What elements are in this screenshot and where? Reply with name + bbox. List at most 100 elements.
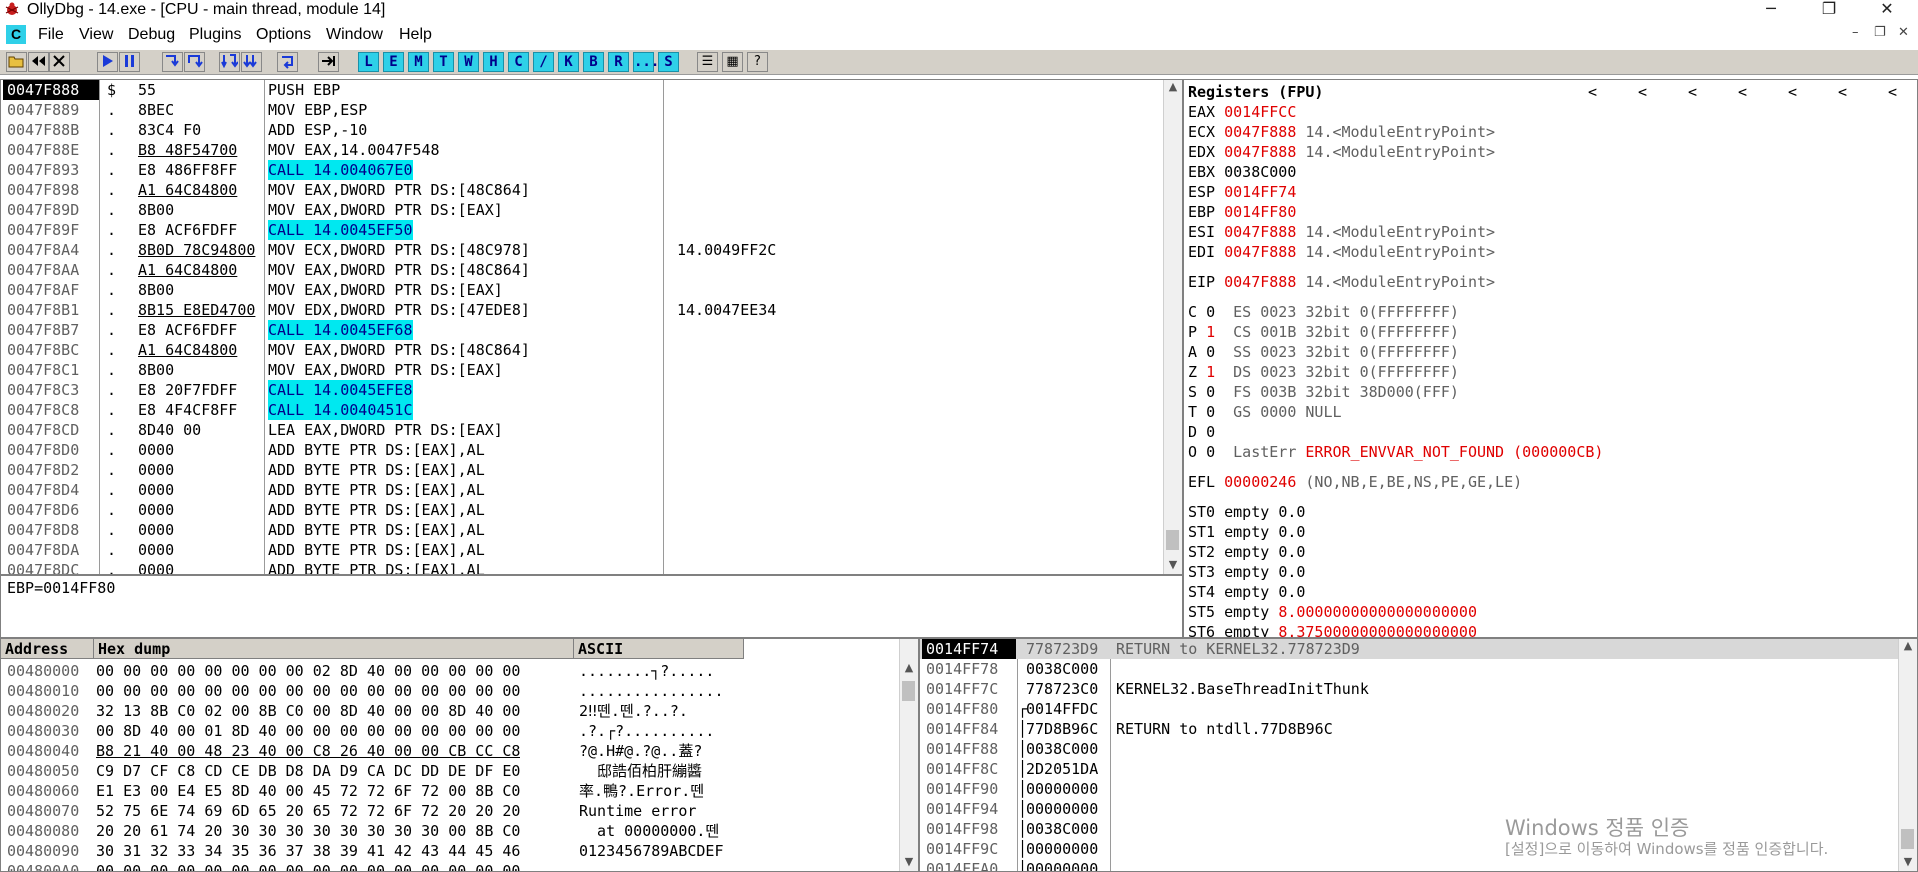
disasm-address[interactable]: 0047F8CD bbox=[3, 420, 99, 440]
dump-row[interactable]: 00480020 32 13 8B C0 02 00 8B C0 00 8D 40… bbox=[1, 701, 901, 721]
disasm-command[interactable]: MOV ECX,DWORD PTR DS:[48C978] bbox=[268, 240, 530, 260]
disasm-address[interactable]: 0047F889 bbox=[3, 100, 99, 120]
disasm-command[interactable]: ADD BYTE PTR DS:[EAX],AL bbox=[268, 520, 485, 540]
stack-address[interactable]: 0014FF94 bbox=[922, 799, 1016, 819]
flag-value[interactable]: 0 bbox=[1206, 443, 1215, 461]
disasm-row[interactable]: 0047F89F. E8 ACF6FDFF CALL 14.0045EF50 bbox=[1, 220, 1166, 240]
disasm-address[interactable]: 0047F8C1 bbox=[3, 360, 99, 380]
disasm-address[interactable]: 0047F8B7 bbox=[3, 320, 99, 340]
disasm-command[interactable]: ADD BYTE PTR DS:[EAX],AL bbox=[268, 500, 485, 520]
disasm-command[interactable]: ADD BYTE PTR DS:[EAX],AL bbox=[268, 440, 485, 460]
dump-address[interactable]: 00480060 bbox=[7, 781, 79, 801]
dump-address[interactable]: 00480030 bbox=[7, 721, 79, 741]
disasm-address[interactable]: 0047F8C3 bbox=[3, 380, 99, 400]
disassembly-scrollbar[interactable]: ▲ ▼ bbox=[1163, 80, 1182, 574]
stack-value[interactable]: 778723D9 bbox=[1026, 639, 1098, 659]
dump-hex[interactable]: 52 75 6E 74 69 6D 65 20 65 72 72 6F 72 2… bbox=[96, 801, 520, 821]
disasm-command[interactable]: MOV EBP,ESP bbox=[268, 100, 367, 120]
register-row[interactable]: ESP 0014FF74 bbox=[1188, 182, 1305, 202]
disasm-address[interactable]: 0047F8A4 bbox=[3, 240, 99, 260]
stack-value[interactable]: 0014FFDC bbox=[1026, 699, 1098, 719]
grid-icon[interactable]: ▦ bbox=[722, 52, 743, 72]
disasm-address[interactable]: 0047F88E bbox=[3, 140, 99, 160]
stack-value[interactable]: 778723C0 bbox=[1026, 679, 1098, 699]
scroll-up-icon[interactable]: ▲ bbox=[1164, 80, 1182, 96]
stack-address[interactable]: 0014FF7C bbox=[922, 679, 1016, 699]
fpu-row[interactable]: ST0 empty 0.0 bbox=[1188, 502, 1305, 522]
disasm-address[interactable]: 0047F888 bbox=[3, 80, 99, 100]
menu-window[interactable]: Window bbox=[326, 26, 383, 44]
fpu-row[interactable]: ST5 empty 8.00000000000000000000 bbox=[1188, 602, 1477, 622]
disasm-address[interactable]: 0047F8C8 bbox=[3, 400, 99, 420]
step-into-icon[interactable] bbox=[162, 52, 183, 72]
flag-row[interactable]: C 0 ES 0023 32bit 0(FFFFFFFF) bbox=[1188, 302, 1459, 322]
stack-value[interactable]: 00000000 bbox=[1026, 779, 1098, 799]
dump-address[interactable]: 00480010 bbox=[7, 681, 79, 701]
dump-address[interactable]: 00480000 bbox=[7, 661, 79, 681]
stack-row[interactable]: 0014FF80 ┌ 0014FFDC bbox=[920, 699, 1900, 719]
flag-value[interactable]: 1 bbox=[1206, 363, 1215, 381]
efl-value[interactable]: 00000246 bbox=[1224, 473, 1296, 491]
cpu-button[interactable]: C bbox=[508, 52, 529, 72]
fpu-value[interactable]: 8.00000000000000000000 bbox=[1278, 603, 1477, 621]
register-nav-arrow[interactable]: < bbox=[1838, 82, 1847, 102]
dump-hex[interactable]: 30 31 32 33 34 35 36 37 38 39 41 42 43 4… bbox=[96, 841, 520, 861]
stack-address[interactable]: 0014FF78 bbox=[922, 659, 1016, 679]
flag-row[interactable]: P 1 CS 001B 32bit 0(FFFFFFFF) bbox=[1188, 322, 1459, 342]
dump-address[interactable]: 00480080 bbox=[7, 821, 79, 841]
registers-pane[interactable]: Registers (FPU) < < < < < < < EAX 0014FFCC ECX… bbox=[1183, 79, 1918, 638]
source-button[interactable]: S bbox=[658, 52, 679, 72]
call-stack-button[interactable]: K bbox=[558, 52, 579, 72]
scroll-down-icon[interactable]: ▼ bbox=[1164, 558, 1182, 574]
register-value[interactable]: 0047F888 bbox=[1224, 273, 1296, 291]
disasm-row[interactable]: 0047F893. E8 486FF8FF CALL 14.004067E0 bbox=[1, 160, 1166, 180]
dump-address[interactable]: 00480050 bbox=[7, 761, 79, 781]
menu-file[interactable]: File bbox=[38, 26, 64, 44]
disasm-address[interactable]: 0047F88B bbox=[3, 120, 99, 140]
mdi-minimize-button[interactable]: – bbox=[1852, 25, 1859, 40]
flag-row[interactable]: D 0 bbox=[1188, 422, 1233, 442]
disasm-address[interactable]: 0047F8DA bbox=[3, 540, 99, 560]
register-row[interactable]: EBX 0038C000 bbox=[1188, 162, 1305, 182]
breakpoints-button[interactable]: B bbox=[583, 52, 604, 72]
register-row[interactable]: ESI 0047F888 14.<ModuleEntryPoint> bbox=[1188, 222, 1495, 242]
stack-row[interactable]: 0014FF90 │ 00000000 bbox=[920, 779, 1900, 799]
fpu-value[interactable]: 8.37500000000000000000 bbox=[1278, 623, 1477, 637]
disasm-address[interactable]: 0047F8D0 bbox=[3, 440, 99, 460]
flag-value[interactable]: 1 bbox=[1206, 323, 1215, 341]
stack-row[interactable]: 0014FF98 │ 0038C000 bbox=[920, 819, 1900, 839]
disasm-command[interactable]: LEA EAX,DWORD PTR DS:[EAX] bbox=[268, 420, 503, 440]
disasm-row[interactable]: 0047F88E. B8 48F54700 MOV EAX,14.0047F548 bbox=[1, 140, 1166, 160]
disasm-address[interactable]: 0047F898 bbox=[3, 180, 99, 200]
dump-ascii[interactable]: 邸誥佰柏肝繃醬 bbox=[579, 761, 744, 781]
disassembly-pane[interactable]: 0047F888 $55 PUSH EBP 0047F889. 8BEC MOV EBP,… bbox=[0, 79, 1183, 575]
dump-ascii[interactable]: ........┐?..... bbox=[579, 661, 744, 681]
disasm-command[interactable]: CALL 14.0045EFE8 bbox=[268, 380, 413, 400]
disasm-command[interactable]: CALL 14.0040451C bbox=[268, 400, 413, 420]
fpu-row[interactable]: ST4 empty 0.0 bbox=[1188, 582, 1305, 602]
run-trace-button[interactable]: ... bbox=[633, 52, 659, 72]
disasm-address[interactable]: 0047F8AA bbox=[3, 260, 99, 280]
dump-ascii[interactable]: ................ bbox=[579, 681, 744, 701]
mdi-close-button[interactable]: ✕ bbox=[1898, 25, 1909, 40]
disasm-row[interactable]: 0047F888 $55 PUSH EBP bbox=[1, 80, 1166, 100]
rewind-icon[interactable] bbox=[28, 52, 49, 72]
scroll-down-icon[interactable]: ▼ bbox=[1899, 855, 1917, 871]
scroll-up-icon[interactable]: ▲ bbox=[1899, 639, 1917, 655]
fpu-value[interactable]: 0.0 bbox=[1278, 503, 1305, 521]
maximize-button[interactable]: ❐ bbox=[1806, 0, 1852, 18]
dump-hex[interactable]: 32 13 8B C0 02 00 8B C0 00 8D 40 00 00 8… bbox=[96, 701, 520, 721]
disasm-row[interactable]: 0047F8D4. 0000 ADD BYTE PTR DS:[EAX],AL bbox=[1, 480, 1166, 500]
flag-row[interactable]: O 0 LastErr ERROR_ENVVAR_NOT_FOUND (0000… bbox=[1188, 442, 1603, 462]
flag-row[interactable]: T 0 GS 0000 NULL bbox=[1188, 402, 1342, 422]
dump-row[interactable]: 004800A0 00 00 00 00 00 00 00 00 00 00 00… bbox=[1, 861, 901, 871]
disasm-address[interactable]: 0047F8D4 bbox=[3, 480, 99, 500]
fpu-row[interactable]: ST2 empty 0.0 bbox=[1188, 542, 1305, 562]
register-row[interactable]: EDX 0047F888 14.<ModuleEntryPoint> bbox=[1188, 142, 1495, 162]
register-value[interactable]: 0014FF74 bbox=[1224, 183, 1296, 201]
close-button[interactable]: ✕ bbox=[1864, 0, 1910, 18]
disasm-command[interactable]: CALL 14.0045EF68 bbox=[268, 320, 413, 340]
disasm-command[interactable]: ADD BYTE PTR DS:[EAX],AL bbox=[268, 460, 485, 480]
disasm-command[interactable]: MOV EAX,DWORD PTR DS:[48C864] bbox=[268, 260, 530, 280]
trace-over-icon[interactable] bbox=[241, 52, 262, 72]
